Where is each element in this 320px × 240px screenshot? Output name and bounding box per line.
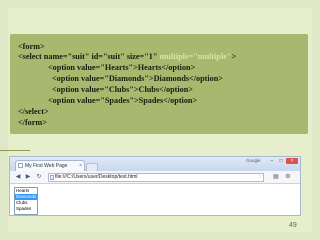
page-number: 49 — [289, 222, 297, 229]
address-bar[interactable]: file:///C:/Users/user/Desktop/test.html … — [48, 173, 264, 182]
tab-title: My First Web Page — [25, 163, 68, 169]
decorative-rule — [0, 150, 30, 151]
browser-toolbar: ◀ ▶ ↻ file:///C:/Users/user/Desktop/test… — [10, 171, 300, 184]
close-button[interactable]: × — [286, 158, 298, 164]
code-line-2: <select name="suit" id="suit" size="1" m… — [18, 52, 236, 62]
code-line-5: <option value="Clubs">Clubs</option> — [52, 85, 193, 94]
tab-close-icon[interactable]: × — [79, 161, 82, 171]
google-label: Google — [246, 158, 261, 163]
code-line-2-text: <select name="suit" id="suit" size="1" — [18, 52, 160, 61]
browser-tab[interactable]: My First Web Page × — [15, 160, 85, 171]
wrench-icon[interactable]: ⚙ — [284, 173, 292, 181]
page-menu-icon[interactable]: ▤ — [272, 173, 280, 181]
option-spades[interactable]: Spades — [15, 206, 37, 212]
bookmark-star-icon[interactable]: ☆ — [258, 174, 262, 181]
reload-icon[interactable]: ↻ — [35, 173, 43, 181]
maximize-button[interactable]: □ — [277, 158, 285, 164]
code-line-4: <option value="Diamonds">Diamonds</optio… — [52, 74, 223, 83]
page-favicon-icon — [18, 163, 23, 168]
code-line-6: <option value="Spades">Spades</option> — [48, 96, 198, 105]
minimize-button[interactable]: − — [268, 158, 276, 164]
code-line-2-suffix: > — [231, 52, 237, 61]
browser-screenshot: My First Web Page × Google − □ × ◀ ▶ ↻ f… — [9, 156, 301, 216]
code-line-8: </form> — [18, 118, 47, 127]
code-line-3: <option value="Hearts">Hearts</option> — [48, 63, 196, 72]
suit-select-listbox[interactable]: Hearts Diamonds Clubs Spades — [14, 187, 38, 215]
back-icon[interactable]: ◀ — [14, 173, 22, 181]
url-text: file:///C:/Users/user/Desktop/test.html — [55, 174, 138, 180]
code-line-7: </select> — [18, 107, 49, 116]
multiple-attribute-highlight: multiple="multiple" — [159, 52, 232, 61]
browser-titlebar: My First Web Page × Google − □ × — [10, 157, 300, 172]
forward-icon[interactable]: ▶ — [24, 173, 32, 181]
code-panel: <form> <select name="suit" id="suit" siz… — [10, 34, 308, 134]
code-line-1: <form> — [18, 42, 45, 51]
page-icon — [50, 175, 54, 180]
